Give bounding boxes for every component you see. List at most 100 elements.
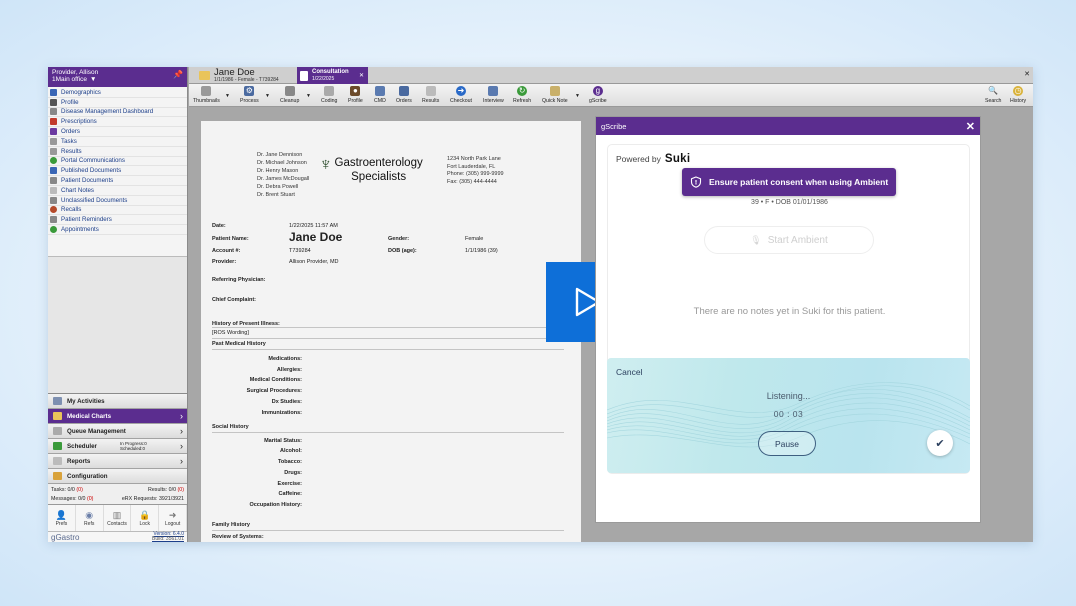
date-value: 1/22/2025 11:57 AM [289,223,338,229]
sidebar-item-prescriptions[interactable]: Prescriptions [48,117,187,128]
sidebar-empty-area [48,257,187,394]
chevron-down-icon[interactable]: ▼ [265,93,270,99]
scheduler-scheduled: Scheduled:0 [120,446,146,451]
cmd-button[interactable]: CMD [374,86,386,104]
sidebar-item-chart-notes[interactable]: Chart Notes [48,186,187,196]
consultation-document[interactable]: Dr. Jane Dennison Dr. Michael Johnson Dr… [201,121,581,542]
nav-medical-charts[interactable]: Medical Charts › [48,409,187,424]
finish-button[interactable]: ✔ [927,430,953,456]
account-value: T739284 [289,248,311,254]
complaint-label: Chief Complaint: [212,297,256,303]
sidebar-item-demographics[interactable]: Demographics [48,88,187,98]
sidebar-item-appointments[interactable]: Appointments [48,225,187,235]
queue-icon [53,427,62,435]
results-button[interactable]: Results [422,86,439,104]
no-notes-message: There are no notes yet in Suki for this … [693,306,886,317]
globe-icon [50,157,57,165]
close-tab-icon[interactable]: ✕ [359,72,364,79]
sidebar-item-orders[interactable]: Orders [48,127,187,137]
suki-logo: Suki [664,153,691,165]
brand-footer: gGastro Version: 6.4.0 Build: 3561.01 [48,532,187,542]
close-icon[interactable]: ✕ [966,120,975,133]
reports-icon [53,457,62,465]
sidebar-item-profile[interactable]: Profile [48,98,187,108]
contacts-button[interactable]: ▥ Contacts [104,505,132,531]
tasks-count[interactable]: Tasks: 0/0 (0) [51,487,83,493]
tab-consultation[interactable]: Consultation 1/22/2025 ✕ [297,67,368,84]
history-icon: ◷ [1013,86,1024,96]
chevron-right-icon: › [180,426,183,436]
sidebar-item-portal[interactable]: Portal Communications [48,157,187,167]
thumbnails-icon [201,86,212,96]
cleanup-button[interactable]: Cleanup [280,86,299,104]
practice-address: 1234 North Park Lane Fort Lauderdale, FL… [447,156,504,185]
gscribe-button[interactable]: g gScribe [589,86,607,104]
messages-count[interactable]: Messages: 0/0 (0) [51,496,93,502]
nav-my-activities[interactable]: My Activities [48,394,187,409]
nav-scheduler[interactable]: Scheduler In Progress:0 Scheduled:0 › [48,439,187,454]
interview-button[interactable]: Interview [483,86,504,104]
history-button[interactable]: ◷ History [1010,86,1026,104]
date-label: Date: [212,223,226,229]
process-button[interactable]: ⚙ Process [240,86,259,104]
provider-value: Allison Provider, MD [289,259,339,265]
scheduler-icon [53,442,62,450]
consent-banner: Ensure patient consent when using Ambien… [682,168,896,196]
start-ambient-button[interactable]: 🎙 Start Ambient [704,226,874,254]
chevron-down-icon[interactable]: ▼ [306,93,311,99]
coding-button[interactable]: Coding [321,86,337,104]
contacts-icon: ▥ [112,509,122,520]
sidebar-item-tasks[interactable]: Tasks [48,137,187,147]
sidebar-item-recalls[interactable]: Recalls [48,206,187,216]
profile-button[interactable]: ● Profile [348,86,363,104]
orders-icon [398,86,409,96]
listening-status: Listening... [766,391,811,401]
toolbar: Thumbnails ▼ ⚙ Process ▼ Cleanup ▼ Coding… [189,84,1033,107]
refs-button[interactable]: ◉ Refs [76,505,104,531]
gscribe-icon: g [592,86,603,96]
results-count[interactable]: Results: 0/0 (0) [148,487,184,493]
tab-bar: Jane Doe 1/1/1986 - Female - T739284 Cons… [189,67,1033,84]
consent-text: Ensure patient consent when using Ambien… [709,177,889,187]
document-area: Dr. Jane Dennison Dr. Michael Johnson Dr… [189,108,1033,542]
dashboard-icon [50,108,57,116]
quick-note-button[interactable]: Quick Note [542,86,568,104]
sidebar-tools: 👤 Prefs ◉ Refs ▥ Contacts 🔒 Lock ➜ Logout [48,505,187,532]
chevron-down-icon[interactable]: ▼ [90,76,96,83]
logout-button[interactable]: ➜ Logout [159,505,187,531]
checkout-button[interactable]: ➜ Checkout [450,86,472,104]
sidebar-item-results[interactable]: Results [48,147,187,157]
chevron-down-icon[interactable]: ▼ [225,93,230,99]
nav-queue-management[interactable]: Queue Management › [48,424,187,439]
tab-patient[interactable]: Jane Doe 1/1/1986 - Female - T739284 [195,67,283,84]
pause-button[interactable]: Pause [758,431,816,456]
sidebar-item-patient-docs[interactable]: Patient Documents [48,176,187,186]
nav-reports[interactable]: Reports › [48,454,187,469]
nav-configuration[interactable]: Configuration [48,469,187,484]
thumbnails-button[interactable]: Thumbnails [193,86,220,104]
orders-button[interactable]: Orders [396,86,412,104]
close-icon[interactable]: ✕ [1024,70,1030,78]
provider-header[interactable]: Provider, Allison 1Main office ▼ 📌 [48,67,187,87]
recording-timer: 00 : 03 [773,409,804,419]
sidebar-item-disease-dashboard[interactable]: Disease Management Dashboard [48,108,187,118]
erx-count[interactable]: eRX Requests: 3921/3921 [122,496,184,502]
person-icon [50,98,57,106]
patient-tab-meta: 1/1/1986 - Female - T739284 [214,76,279,83]
lock-icon: 🔒 [139,509,151,520]
sidebar-item-unclassified[interactable]: Unclassified Documents [48,196,187,206]
sidebar-item-reminders[interactable]: Patient Reminders [48,215,187,226]
sidebar-item-published[interactable]: Published Documents [48,166,187,177]
results-icon [50,147,57,155]
refresh-button[interactable]: ↻ Refresh [513,86,531,104]
lock-button[interactable]: 🔒 Lock [131,505,160,531]
sidebar-stats: Tasks: 0/0 (0) Results: 0/0 (0) Messages… [48,484,187,505]
chevron-down-icon[interactable]: ▼ [575,93,580,99]
folder-icon [53,412,62,420]
cancel-button[interactable]: Cancel [616,367,642,377]
gscribe-panel: gScribe ✕ Powered by Suki Ensure patient … [595,116,981,523]
reminder-icon [50,216,57,224]
search-button[interactable]: 🔍 Search [985,86,1001,104]
pin-icon[interactable]: 📌 [173,70,183,79]
prefs-button[interactable]: 👤 Prefs [48,505,76,531]
